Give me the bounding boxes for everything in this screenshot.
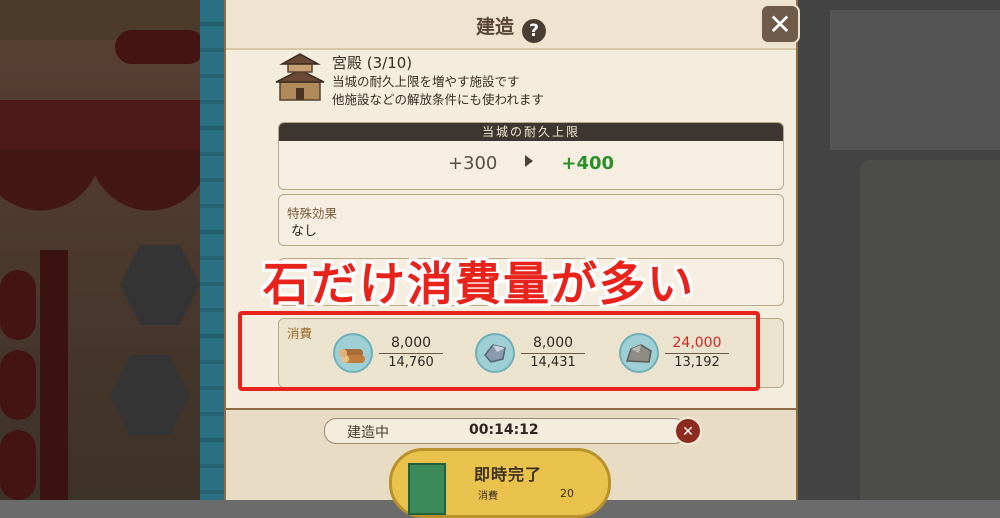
stat-header: 当城の耐久上限 [279, 123, 783, 141]
title-bar: 建造? [226, 0, 796, 50]
instant-complete-label: 即時完了 [474, 465, 543, 484]
construction-status-label: 建造中 [347, 425, 389, 441]
building-desc-line2: 他施設などの解放条件にも使われます [332, 92, 544, 107]
stat-current: +300 [447, 153, 498, 174]
instant-cost-value: 20 [560, 487, 574, 500]
dialog-teal-edge [200, 0, 227, 500]
help-icon[interactable]: ? [522, 19, 546, 43]
building-description: 当城の耐久上限を増やす施設です 他施設などの解放条件にも使われます [332, 73, 544, 109]
special-effect-box: 特殊効果 なし [278, 194, 784, 246]
arrow-right-icon [525, 155, 534, 167]
building-desc-line1: 当城の耐久上限を増やす施設です [332, 74, 520, 89]
stat-values: +300 +400 [279, 153, 783, 174]
cancel-construction-button[interactable]: ✕ [674, 417, 702, 445]
stat-next: +400 [561, 153, 615, 174]
special-effect-value: なし [291, 224, 318, 239]
stat-box: 当城の耐久上限 +300 +400 [278, 122, 784, 190]
construction-timer: 00:14:12 [469, 422, 539, 438]
highlight-frame [238, 311, 760, 391]
dialog-title: 建造 [475, 16, 514, 38]
palace-icon [275, 53, 325, 101]
building-name: 宮殿 (3/10) [332, 54, 413, 72]
construction-timer-bar: 建造中 00:14:12 [324, 418, 686, 444]
tower-icon [408, 463, 446, 515]
dialog-title-wrap: 建造? [226, 12, 796, 43]
annotation-caption: 石だけ消費量が多い [263, 257, 695, 311]
construction-panel: 建造中 00:14:12 ✕ 即時完了 消費 20 [224, 410, 798, 518]
instant-complete-button[interactable]: 即時完了 消費 20 [389, 448, 611, 518]
close-button[interactable]: ✕ [760, 4, 800, 44]
